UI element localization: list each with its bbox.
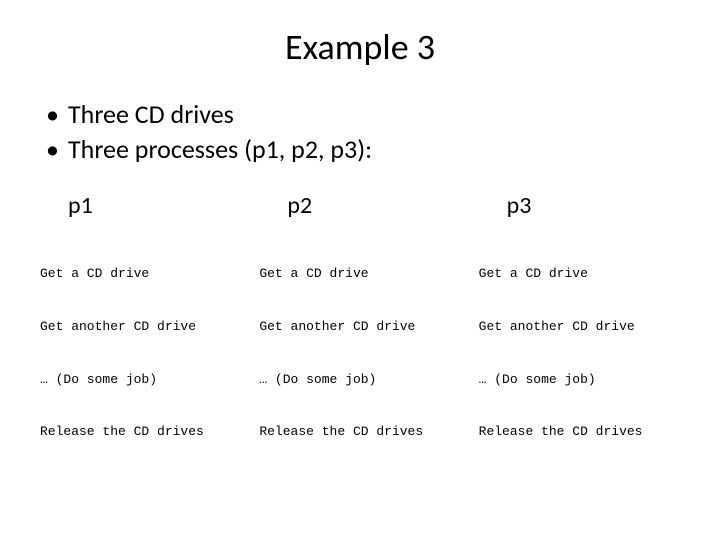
code-block: Get a CD drive Get another CD drive … (D… — [40, 230, 241, 476]
bullet-list: Three CD drives Three processes (p1, p2,… — [46, 97, 680, 167]
column-heading: p3 — [479, 191, 680, 220]
code-block: Get a CD drive Get another CD drive … (D… — [479, 230, 680, 476]
code-line: Get another CD drive — [479, 318, 680, 336]
code-line: Get a CD drive — [40, 265, 241, 283]
column-heading: p1 — [40, 191, 241, 220]
column-heading: p2 — [259, 191, 460, 220]
code-block: Get a CD drive Get another CD drive … (D… — [259, 230, 460, 476]
code-line: Release the CD drives — [479, 423, 680, 441]
code-line: Get a CD drive — [259, 265, 460, 283]
code-line: Release the CD drives — [40, 423, 241, 441]
code-line: Get another CD drive — [259, 318, 460, 336]
code-line: … (Do some job) — [259, 371, 460, 389]
bullet-item: Three CD drives — [46, 97, 680, 132]
bullet-item: Three processes (p1, p2, p3): — [46, 132, 680, 167]
column-p2: p2 Get a CD drive Get another CD drive …… — [259, 191, 460, 476]
column-p1: p1 Get a CD drive Get another CD drive …… — [40, 191, 241, 476]
code-line: Get a CD drive — [479, 265, 680, 283]
code-line: … (Do some job) — [479, 371, 680, 389]
code-line: Release the CD drives — [259, 423, 460, 441]
column-p3: p3 Get a CD drive Get another CD drive …… — [479, 191, 680, 476]
slide-title: Example 3 — [40, 25, 680, 69]
columns: p1 Get a CD drive Get another CD drive …… — [40, 191, 680, 476]
code-line: … (Do some job) — [40, 371, 241, 389]
code-line: Get another CD drive — [40, 318, 241, 336]
slide: Example 3 Three CD drives Three processe… — [0, 0, 720, 540]
